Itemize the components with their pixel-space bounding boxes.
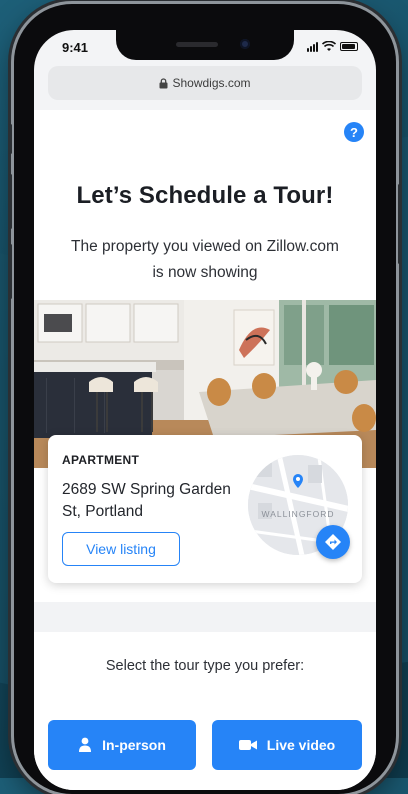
live-video-tour-button[interactable]: Live video xyxy=(212,720,362,770)
signal-icon xyxy=(307,41,318,52)
property-type: APARTMENT xyxy=(62,453,140,467)
url-text: Showdigs.com xyxy=(172,76,251,90)
wifi-icon xyxy=(322,41,336,51)
battery-icon xyxy=(340,42,358,51)
property-address: 2689 SW Spring Garden St, Portland xyxy=(62,481,231,520)
front-camera xyxy=(240,39,250,49)
tour-type-prompt: Select the tour type you prefer: xyxy=(105,658,305,674)
browser-url-bar[interactable]: Showdigs.com xyxy=(48,66,362,100)
help-icon: ? xyxy=(350,124,358,140)
volume-down-button xyxy=(9,244,12,299)
page-subtitle: The property you viewed on Zillow.com is… xyxy=(71,238,339,281)
directions-icon xyxy=(325,534,341,550)
directions-button[interactable] xyxy=(316,525,350,559)
map-neighborhood-label: WALLINGFORD xyxy=(261,509,335,519)
volume-up-button xyxy=(9,174,12,229)
in-person-tour-button[interactable]: In-person xyxy=(48,720,196,770)
view-listing-button[interactable]: View listing xyxy=(62,532,180,566)
phone-screen: 9:41 Showdigs.com ? Let’s Schedule a Tou… xyxy=(34,30,376,790)
web-page: ? Let’s Schedule a Tour! The property yo… xyxy=(34,110,376,790)
section-divider xyxy=(34,602,376,632)
page-title: Let’s Schedule a Tour! xyxy=(76,182,334,209)
person-icon xyxy=(79,737,92,752)
in-person-label: In-person xyxy=(102,737,166,753)
live-video-label: Live video xyxy=(266,737,336,753)
speaker xyxy=(176,42,218,47)
power-button xyxy=(398,184,401,264)
help-button[interactable]: ? xyxy=(344,122,364,142)
video-camera-icon xyxy=(238,740,257,750)
status-time: 9:41 xyxy=(62,40,89,55)
notch xyxy=(116,30,294,60)
listing-card: APARTMENT 2689 SW Spring Garden St, Port… xyxy=(48,435,362,583)
status-icons xyxy=(307,41,358,52)
mute-switch xyxy=(9,124,12,154)
lock-icon xyxy=(159,77,168,88)
